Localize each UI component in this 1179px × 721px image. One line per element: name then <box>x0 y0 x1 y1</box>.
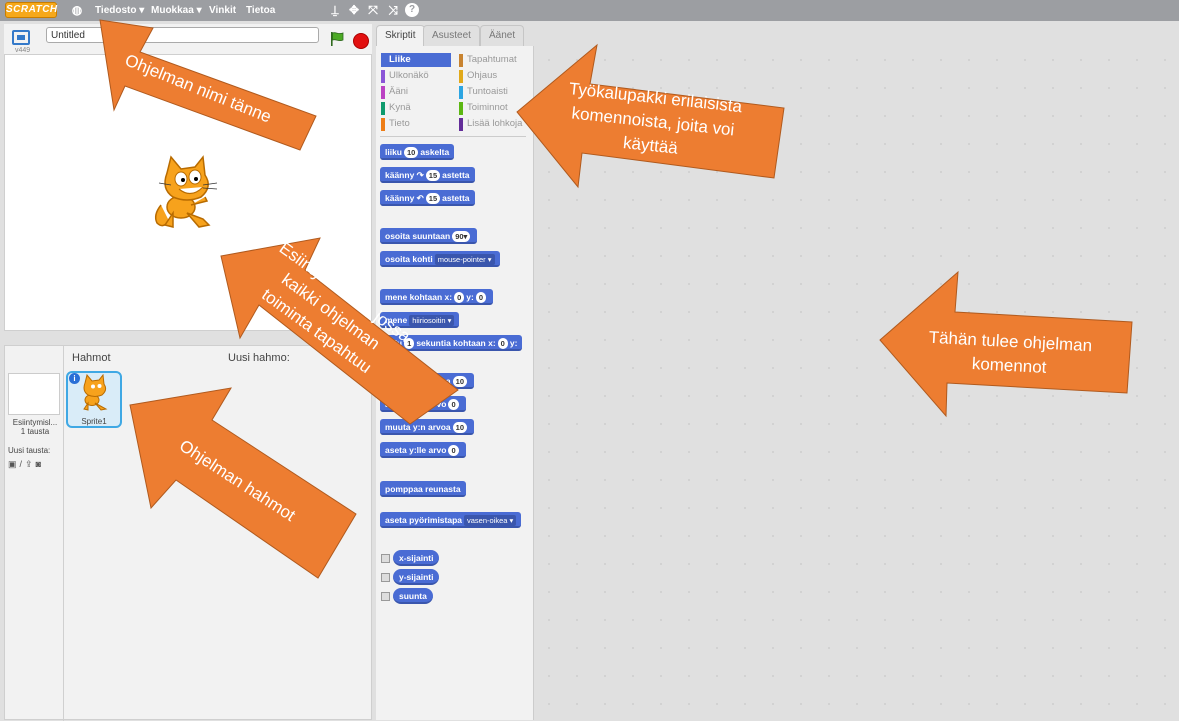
block-change-x[interactable]: muuta x:n arvoa 10 <box>380 373 474 389</box>
scratch-logo[interactable]: SCRATCH <box>5 2 57 18</box>
backdrop-count: 1 tausta <box>20 427 50 436</box>
stop-icon[interactable] <box>353 33 369 49</box>
block-rotation-style[interactable]: aseta pyörimistapa vasen-oikea ▾ <box>380 512 522 528</box>
version-label: v449 <box>15 47 31 54</box>
block-turn-right[interactable]: käänny ↷ 15 astetta <box>380 167 475 183</box>
globe-icon[interactable]: ◍ <box>70 3 84 17</box>
grow-icon[interactable]: ✥ <box>347 3 361 17</box>
block-point-direction[interactable]: osoita suuntaan 90▾ <box>380 228 478 244</box>
menu-tips[interactable]: Vinkit <box>209 0 236 21</box>
category-looks[interactable]: Ulkonäkö <box>381 69 429 83</box>
stage-column: Esiintymisl... 1 tausta Uusi tausta: ▣ /… <box>5 346 64 721</box>
block-set-x[interactable]: aseta x:lle arvo 0 <box>380 396 466 412</box>
block-go-to-xy[interactable]: mene kohtaan x: 0 y: 0 <box>380 289 493 305</box>
new-sprite-label: Uusi hahmo: <box>228 352 290 364</box>
menu-bar: SCRATCH ◍ Tiedosto ▾ Muokkaa ▾ Vinkit Ti… <box>0 0 1179 21</box>
category-events[interactable]: Tapahtumat <box>459 53 517 67</box>
image-icon[interactable]: ▣ <box>8 459 17 470</box>
tab-scripts[interactable]: Skriptit <box>376 25 425 46</box>
category-sensing[interactable]: Tuntoaisti <box>459 85 508 99</box>
sprite-thumbnail <box>83 374 108 411</box>
category-control[interactable]: Ohjaus <box>459 69 497 83</box>
sprites-pane: Esiintymisl... 1 tausta Uusi tausta: ▣ /… <box>4 345 372 721</box>
stage-thumbnail[interactable] <box>8 373 60 415</box>
checkbox-y-position[interactable] <box>381 573 390 582</box>
upload-icon[interactable]: ⇪ <box>25 459 33 470</box>
stage-name: Esiintymisl... <box>12 418 58 427</box>
cat-sprite[interactable] <box>151 155 223 235</box>
category-data[interactable]: Tieto <box>381 117 410 131</box>
help-icon[interactable]: ? <box>405 3 419 17</box>
sprite-tile[interactable]: i Sprite1 <box>66 371 122 428</box>
category-operators[interactable]: Toiminnot <box>459 101 508 115</box>
sprite-name: Sprite1 <box>81 417 107 426</box>
block-move[interactable]: liiku 10 askelta <box>380 144 455 160</box>
checkbox-x-position[interactable] <box>381 554 390 563</box>
project-title-input[interactable] <box>46 27 319 43</box>
category-pen[interactable]: Kynä <box>381 101 411 115</box>
block-point-towards[interactable]: osoita kohti mouse-pointer ▾ <box>380 251 500 267</box>
reporter-y-position[interactable]: y-sijainti <box>393 569 440 585</box>
category-motion[interactable]: Liike <box>381 53 451 67</box>
block-change-y[interactable]: muuta y:n arvoa 10 <box>380 419 474 435</box>
menu-file[interactable]: Tiedosto ▾ <box>95 0 144 21</box>
block-bounce[interactable]: pomppaa reunasta <box>380 481 466 497</box>
category-sound[interactable]: Ääni <box>381 85 408 99</box>
block-turn-left[interactable]: käänny ↶ 15 astetta <box>380 190 475 206</box>
presentation-mode-icon[interactable] <box>12 30 30 45</box>
checkbox-direction[interactable] <box>381 592 390 601</box>
camera-icon[interactable]: ◙ <box>36 459 41 470</box>
palette-divider <box>380 136 526 137</box>
new-backdrop-label: Uusi tausta: <box>8 446 51 455</box>
category-more-blocks[interactable]: Lisää lohkoja <box>459 117 522 131</box>
annotation-scripts: Tähän tulee ohjelman komennot <box>928 327 1093 377</box>
sprites-header: Hahmot <box>72 352 111 364</box>
reporter-x-position[interactable]: x-sijainti <box>393 550 440 566</box>
tab-sounds[interactable]: Äänet <box>480 25 525 46</box>
new-backdrop-tools: ▣ / ⇪ ◙ <box>8 459 41 470</box>
menu-about[interactable]: Tietoa <box>246 0 275 21</box>
menu-edit[interactable]: Muokkaa ▾ <box>151 0 202 21</box>
paint-icon[interactable]: / <box>20 459 23 470</box>
stage-header: v449 <box>4 24 372 54</box>
reporter-direction[interactable]: suunta <box>393 588 433 604</box>
block-palette: Liike Ulkonäkö Ääni Kynä Tieto Tapahtuma… <box>376 46 534 720</box>
expand-icon[interactable]: ⤧ <box>366 3 380 17</box>
block-set-y[interactable]: aseta y:lle arvo 0 <box>380 442 466 458</box>
tab-costumes[interactable]: Asusteet <box>423 25 480 46</box>
shrink-icon[interactable]: ⤨ <box>386 3 400 17</box>
stamp-icon[interactable]: ⍊ <box>328 3 342 17</box>
green-flag-icon[interactable] <box>330 32 344 46</box>
